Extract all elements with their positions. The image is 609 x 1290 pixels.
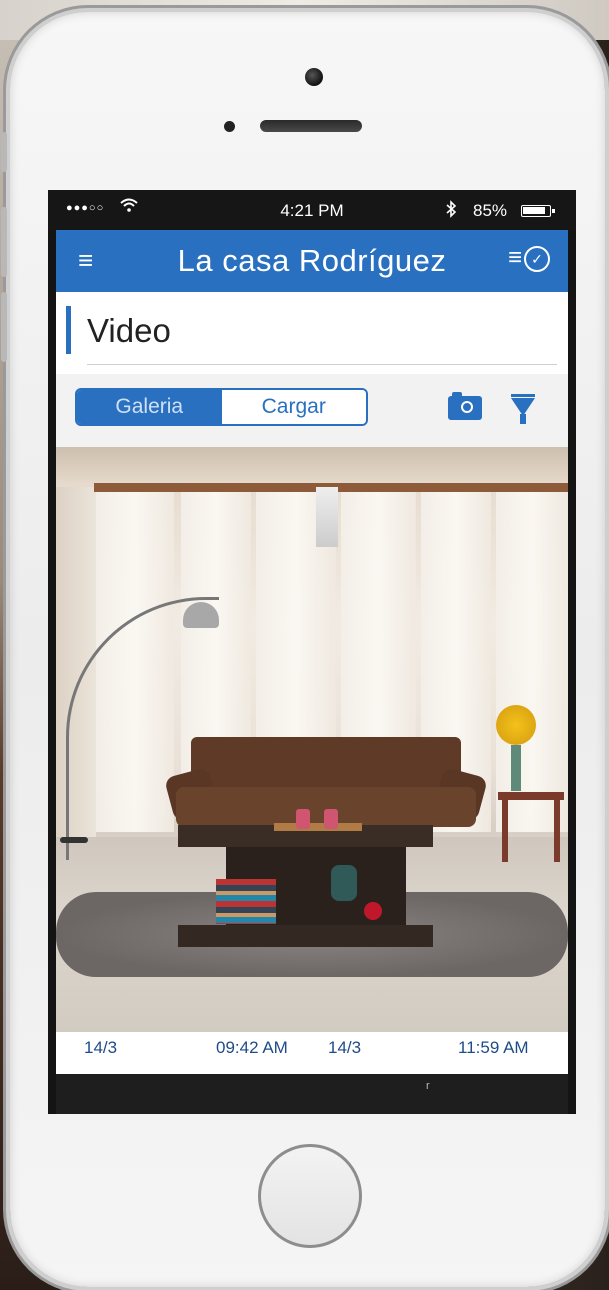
battery-percent: 85% — [473, 201, 508, 220]
video-timeline[interactable]: 14/3 09:42 AM 14/3 11:59 AM — [56, 1032, 568, 1074]
timeline-time-start: 09:42 AM — [216, 1038, 288, 1057]
volume-up-button — [1, 207, 7, 277]
bluetooth-icon — [445, 200, 457, 223]
check-circle-icon: ✓ — [524, 245, 550, 272]
timeline-time-end: 11:59 AM — [458, 1038, 529, 1057]
list-lines-icon: ≡ — [507, 244, 522, 271]
tray — [274, 823, 362, 831]
side-table — [498, 792, 564, 870]
scheduled-tasks-icon[interactable]: ≡ ✓ — [508, 244, 550, 272]
camera-lens — [461, 401, 473, 413]
content-header: Video Galeria Cargar — [56, 292, 568, 447]
section-title: Video — [87, 312, 171, 349]
volume-down-button — [1, 292, 7, 362]
home-button[interactable] — [258, 1144, 362, 1248]
section-accent-bar — [66, 306, 71, 354]
chandelier — [316, 487, 338, 547]
lamp-base — [60, 837, 88, 843]
video-toolbar: Galeria Cargar — [56, 374, 568, 447]
camera-video-feed[interactable] — [56, 447, 568, 1032]
flowers — [496, 705, 536, 745]
phone-screen: ●●●○○ 4:21 PM 85% ≡ La casa Rodríguez ≡ ✓… — [48, 190, 576, 1114]
front-camera — [305, 68, 323, 86]
curtain-panel — [496, 492, 568, 832]
view-segmented-control: Galeria Cargar — [75, 388, 368, 426]
timeline-date-end: 14/3 — [328, 1038, 362, 1057]
mute-switch — [1, 132, 7, 172]
coffee-table-shelf — [178, 925, 433, 947]
tab-galeria[interactable]: Galeria — [77, 390, 222, 424]
status-bar: ●●●○○ 4:21 PM 85% — [48, 190, 576, 230]
battery-fill — [523, 207, 545, 214]
timeline-date-start: 14/3 — [84, 1038, 118, 1057]
battery-icon — [521, 205, 555, 217]
earpiece-speaker — [260, 120, 362, 132]
glass-vase — [331, 865, 357, 901]
bottom-bar: r — [56, 1074, 568, 1114]
apple — [364, 902, 382, 920]
tab-cargar[interactable]: Cargar — [221, 390, 366, 424]
nav-title: La casa Rodríguez — [177, 243, 447, 278]
nav-bar: ≡ La casa Rodríguez ≡ ✓ — [56, 230, 568, 292]
filter-icon[interactable] — [511, 394, 535, 424]
room-ceiling — [56, 447, 568, 482]
candle — [296, 809, 310, 829]
book-stack — [216, 879, 276, 924]
candle — [324, 809, 338, 829]
proximity-sensor — [224, 121, 235, 132]
section-divider — [87, 364, 557, 365]
camera-switch-icon[interactable] — [448, 392, 482, 420]
bottom-mark: r — [426, 1080, 430, 1092]
flower-vase — [511, 745, 521, 791]
